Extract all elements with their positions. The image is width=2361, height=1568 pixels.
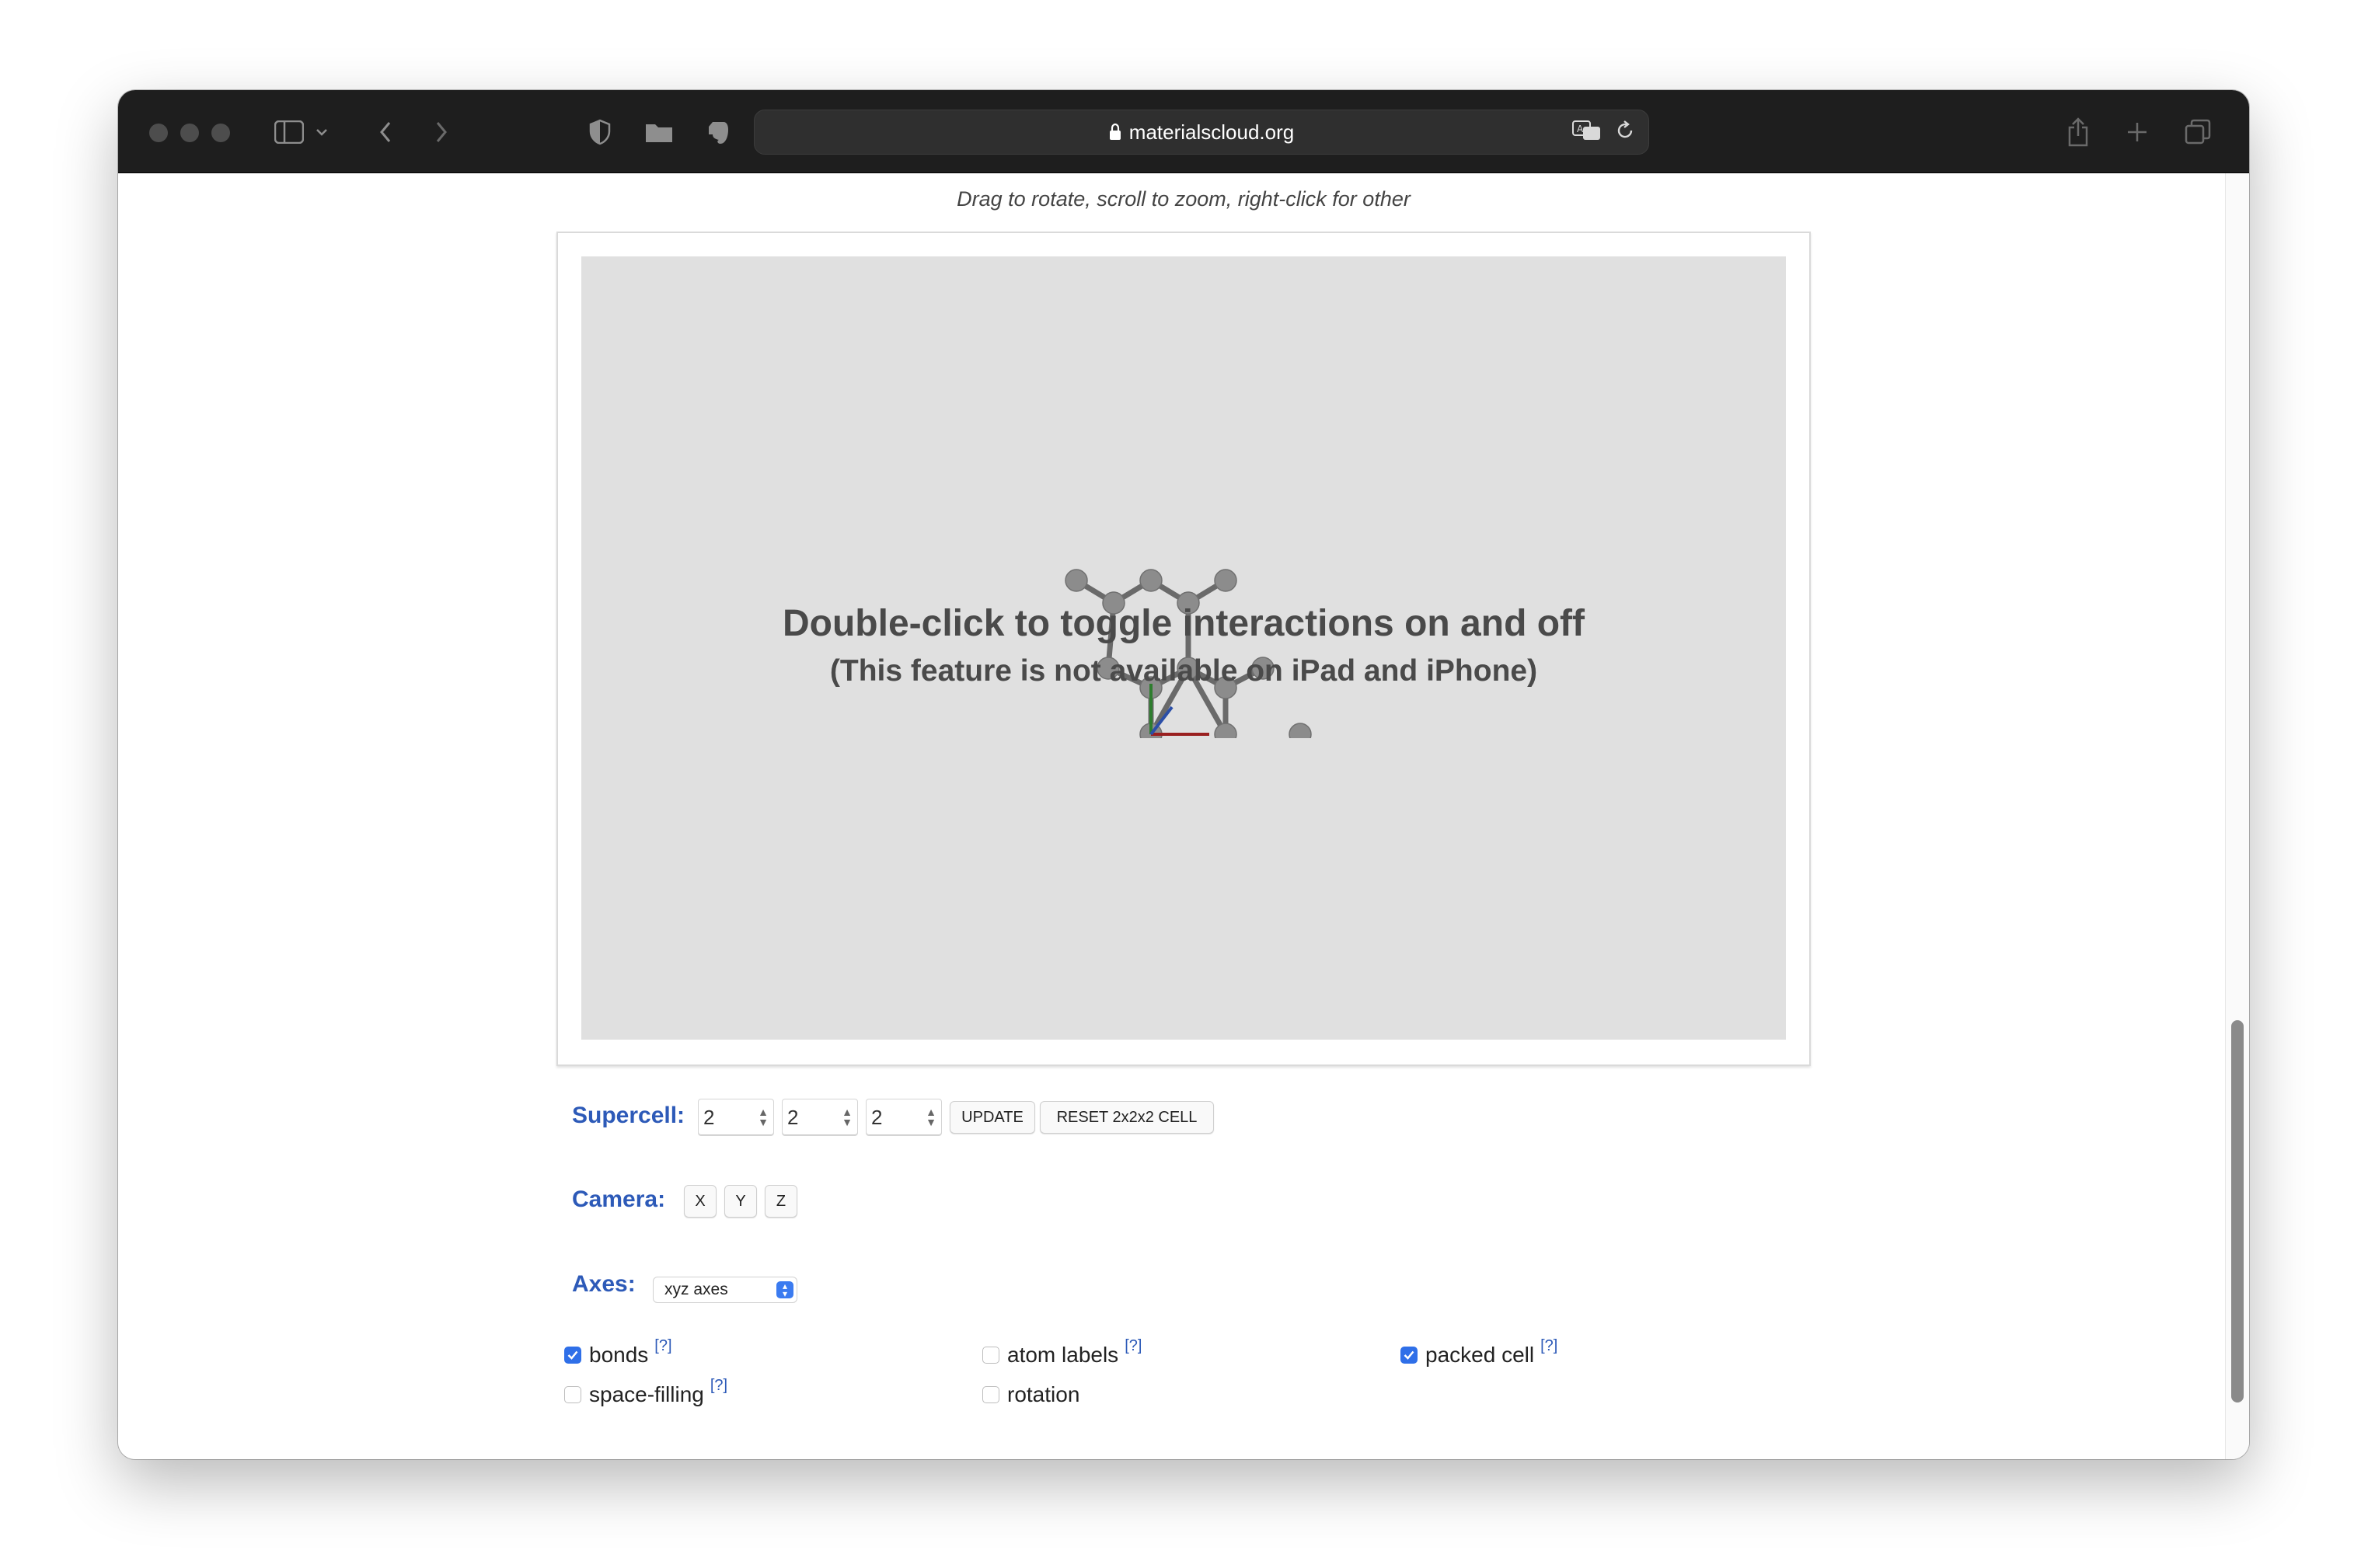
structure-viewer[interactable]: Double-click to toggle interactions on a…: [581, 256, 1786, 1040]
help-link[interactable]: [?]: [710, 1377, 727, 1395]
viewer-hint: Drag to rotate, scroll to zoom, right-cl…: [957, 187, 1411, 211]
stepper-icon[interactable]: ▲ ▼: [842, 1106, 853, 1127]
axes-selected-value: xyz axes: [664, 1281, 728, 1298]
new-tab-icon[interactable]: [2122, 113, 2153, 151]
stepper-icon[interactable]: ▲ ▼: [926, 1106, 936, 1127]
chevron-down-icon[interactable]: [312, 113, 331, 151]
svg-text:A: A: [1577, 124, 1584, 134]
select-arrows-icon: ▴ ▾: [776, 1281, 793, 1298]
camera-x-button[interactable]: X: [684, 1185, 717, 1218]
help-link[interactable]: [?]: [1540, 1337, 1557, 1355]
page-content: Drag to rotate, scroll to zoom, right-cl…: [118, 173, 2249, 1459]
translate-icon[interactable]: A: [1572, 120, 1602, 147]
address-bar[interactable]: materialscloud.org A: [754, 110, 1649, 155]
checkbox-icon[interactable]: [564, 1386, 581, 1403]
stepper-icon[interactable]: ▲ ▼: [758, 1106, 769, 1127]
option-packed-cell[interactable]: packed cell [?]: [1400, 1337, 1557, 1368]
url-text: materialscloud.org: [1128, 120, 1295, 144]
help-link[interactable]: [?]: [654, 1337, 671, 1355]
viewer-overlay-subtitle: (This feature is not available on iPad a…: [829, 654, 1538, 688]
option-bonds[interactable]: bonds [?]: [564, 1337, 672, 1368]
reset-cell-button[interactable]: RESET 2x2x2 CELL: [1040, 1101, 1214, 1134]
viewer-overlay-title: Double-click to toggle interactions on a…: [782, 603, 1585, 644]
close-window-button[interactable]: [149, 124, 168, 142]
supercell-y-input[interactable]: 2 ▲ ▼: [782, 1099, 858, 1136]
camera-label: Camera:: [572, 1186, 666, 1212]
minimize-window-button[interactable]: [180, 124, 199, 142]
privacy-shield-icon[interactable]: [584, 113, 616, 151]
zoom-window-button[interactable]: [211, 124, 230, 142]
supercell-z-input[interactable]: 2 ▲ ▼: [866, 1099, 942, 1136]
browser-toolbar: materialscloud.org A: [118, 90, 2249, 173]
folder-icon[interactable]: [642, 113, 676, 151]
option-label: atom labels: [1007, 1343, 1119, 1367]
update-button[interactable]: UPDATE: [950, 1101, 1035, 1134]
reload-icon[interactable]: [1616, 120, 1634, 146]
lock-icon: [1109, 124, 1121, 141]
checkbox-checked-icon[interactable]: [564, 1347, 581, 1364]
sidebar-icon[interactable]: [270, 113, 308, 151]
option-label: rotation: [1007, 1382, 1080, 1406]
supercell-x-input[interactable]: 2 ▲ ▼: [698, 1099, 774, 1136]
browser-window: materialscloud.org A Drag to rotate, scr…: [118, 90, 2249, 1459]
supercell-x-value: 2: [703, 1106, 715, 1129]
back-icon[interactable]: [371, 113, 399, 151]
camera-y-button[interactable]: Y: [724, 1185, 757, 1218]
checkbox-icon[interactable]: [982, 1347, 999, 1364]
camera-z-button[interactable]: Z: [765, 1185, 797, 1218]
axes-label: Axes:: [572, 1271, 636, 1297]
checkbox-checked-icon[interactable]: [1400, 1347, 1418, 1364]
crystal-structure[interactable]: [1048, 552, 1327, 738]
viewer-frame: Double-click to toggle interactions on a…: [556, 232, 1811, 1066]
scrollbar[interactable]: [2225, 173, 2249, 1459]
checkbox-icon[interactable]: [982, 1386, 999, 1403]
axes-select[interactable]: xyz axes ▴ ▾: [653, 1277, 797, 1303]
supercell-label: Supercell:: [572, 1103, 685, 1128]
share-icon[interactable]: [2063, 113, 2094, 151]
evernote-icon[interactable]: [703, 113, 734, 151]
option-label: bonds: [589, 1343, 649, 1367]
tab-overview-icon[interactable]: [2182, 113, 2213, 151]
option-atom-labels[interactable]: atom labels [?]: [982, 1337, 1142, 1368]
supercell-z-value: 2: [871, 1106, 883, 1129]
supercell-y-value: 2: [787, 1106, 799, 1129]
option-rotation[interactable]: rotation: [982, 1382, 1079, 1407]
option-label: space-filling: [589, 1382, 704, 1406]
option-space-filling[interactable]: space-filling [?]: [564, 1377, 727, 1407]
scrollbar-thumb[interactable]: [2231, 1020, 2244, 1402]
option-label: packed cell: [1425, 1343, 1535, 1367]
forward-icon[interactable]: [427, 113, 455, 151]
help-link[interactable]: [?]: [1125, 1337, 1142, 1355]
